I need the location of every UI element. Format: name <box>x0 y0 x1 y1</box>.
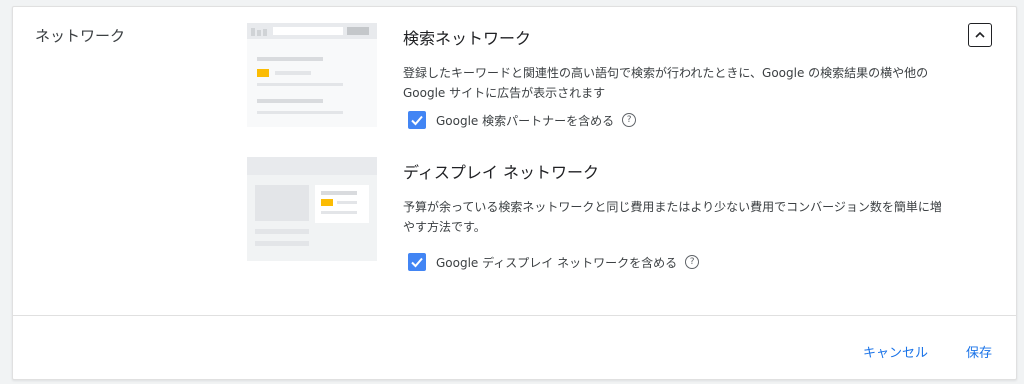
search-network-title: 検索ネットワーク <box>403 29 532 48</box>
display-network-title: ディスプレイ ネットワーク <box>403 163 599 182</box>
network-settings-card: ネットワーク 検索ネットワーク 登録したキーワードと関連性の高い語句で検索が行わ… <box>12 6 1017 380</box>
collapse-button[interactable] <box>968 23 992 47</box>
display-network-option: Google ディスプレイ ネットワークを含める ? <box>408 253 700 271</box>
display-network-illustration <box>247 157 377 261</box>
display-network-checkbox[interactable] <box>408 253 426 271</box>
check-icon <box>411 115 423 126</box>
help-icon[interactable]: ? <box>685 255 700 269</box>
search-partners-option: Google 検索パートナーを含める ? <box>408 111 637 129</box>
search-network-illustration <box>247 23 377 127</box>
display-network-label: Google ディスプレイ ネットワークを含める <box>436 255 678 270</box>
check-icon <box>411 257 423 268</box>
chevron-up-icon <box>975 31 985 38</box>
save-button[interactable]: 保存 <box>966 342 992 361</box>
cancel-button[interactable]: キャンセル <box>863 342 928 361</box>
search-network-description: 登録したキーワードと関連性の高い語句で検索が行われたときに、Google の検索… <box>403 66 929 100</box>
section-title: ネットワーク <box>35 27 126 45</box>
search-partners-label: Google 検索パートナーを含める <box>436 113 615 128</box>
help-icon[interactable]: ? <box>622 113 637 127</box>
display-network-description: 予算が余っている検索ネットワークと同じ費用またはより少ない費用でコンバージョン数… <box>403 200 942 234</box>
footer-divider <box>13 315 1016 316</box>
search-partners-checkbox[interactable] <box>408 111 426 129</box>
